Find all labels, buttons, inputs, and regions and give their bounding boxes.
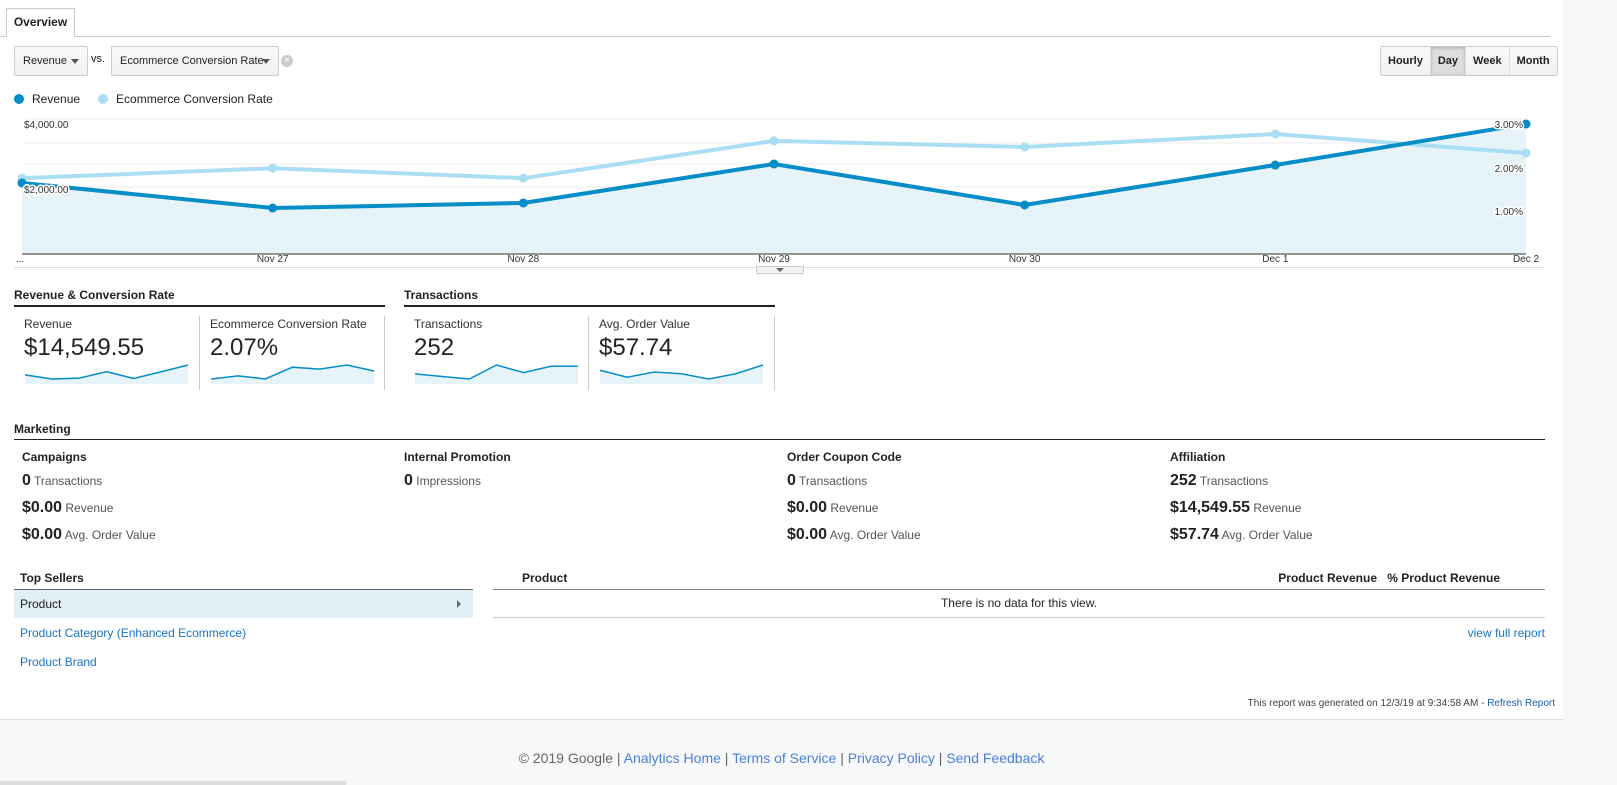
copyright: © 2019 Google [518,750,613,766]
metric-label: Transactions [34,474,103,488]
revenue-point[interactable] [1270,160,1280,170]
metric-value: 0 [787,472,796,489]
col-percent-product-revenue[interactable]: % Product Revenue [1387,571,1500,585]
right-tick-label: 1.00% [1495,207,1523,218]
metric-label: Impressions [416,474,481,488]
left-tick-label: $2,000.00 [24,185,69,196]
scorecard-conversion-rate[interactable]: Ecommerce Conversion Rate 2.07% [200,316,385,390]
scorecard-transactions[interactable]: Transactions 252 [404,316,589,390]
product-table-header: Product Product Revenue % Product Revenu… [493,571,1545,590]
scorecard-value: 2.07% [210,334,279,361]
chevron-right-icon [457,600,461,608]
metric-value: $0.00 [787,499,828,516]
column-title: Campaigns [22,450,87,464]
tab-overview[interactable]: Overview [6,8,75,37]
scorecard-value: $57.74 [599,334,673,361]
x-tick-label: Nov 29 [758,254,790,265]
view-full-report-link[interactable]: view full report [1468,626,1545,640]
x-tick-label: Dec 1 [1262,254,1289,265]
metric-label: Revenue [830,501,879,515]
privacy-link[interactable]: Privacy Policy [848,750,935,766]
metric-label: Transactions [1199,474,1269,488]
revenue-point[interactable] [1020,200,1030,210]
metric-label: Revenue [65,501,114,515]
scorecard-revenue[interactable]: Revenue $14,549.55 [14,316,200,390]
scorecard-value: $14,549.55 [24,334,145,361]
x-tick-label: Nov 27 [257,254,289,265]
report-generated-info: This report was generated on 12/3/19 at … [1248,698,1555,709]
section-revenue-conversion: Revenue & Conversion Rate [14,288,385,307]
conversion-point[interactable] [769,136,779,146]
right-tick-label: 2.00% [1495,164,1523,175]
horizontal-scrollbar[interactable] [0,781,346,785]
column-title: Internal Promotion [404,450,511,464]
revenue-point[interactable] [268,203,278,213]
metric-value: $0.00 [22,526,63,543]
conversion-point[interactable] [1020,142,1030,152]
revenue-point[interactable] [518,198,528,208]
x-tick-label: Nov 28 [507,254,539,265]
conversion-point[interactable] [1270,129,1280,139]
generated-text: This report was generated on 12/3/19 at … [1247,698,1488,709]
sparkline-area [415,365,578,384]
col-product[interactable]: Product [522,571,567,585]
top-sellers-product-brand[interactable]: Product Brand [20,655,97,669]
refresh-report-link[interactable]: Refresh Report [1487,698,1555,709]
top-sellers-header: Top Sellers [14,571,473,590]
col-product-revenue[interactable]: Product Revenue [1278,571,1377,585]
x-tick-label: Dec 2 [1513,254,1540,265]
conversion-point[interactable] [268,163,278,173]
overview-chart: $4,000.00 $2,000.00 3.00% 2.00% 1.00%... Nov … [16,118,1540,265]
metric-label: Avg. Order Value [64,528,156,542]
sparkline-area [25,365,188,384]
top-sellers-product[interactable]: Product [14,590,473,618]
metric-label: Revenue [1253,501,1302,515]
item-label: Product [20,597,62,611]
scorecard-label: Avg. Order Value [599,317,690,331]
analytics-home-link[interactable]: Analytics Home [624,750,721,766]
sparkline [24,364,189,384]
send-feedback-link[interactable]: Send Feedback [946,750,1044,766]
metric-label: Transactions [799,474,868,488]
marketing-campaigns: Campaigns 0 Transactions $0.00 Revenue $… [22,450,156,553]
sparkline [210,364,375,384]
right-tick-label: 3.00% [1495,120,1523,131]
metric-value: $0.00 [787,526,828,543]
conversion-point[interactable] [518,173,528,183]
sparkline [414,364,578,384]
report-panel: Overview Revenue vs. Ecommerce Conversio… [0,0,1563,720]
section-transactions: Transactions [404,288,775,307]
marketing-internal-promotion: Internal Promotion 0 Impressions [404,450,511,499]
metric-value: $57.74 [1170,526,1219,543]
scorecard-avg-order-value[interactable]: Avg. Order Value $57.74 [589,316,775,390]
scorecard-label: Transactions [414,317,483,331]
metric-value: 0 [404,472,413,489]
scorecard-value: 252 [414,334,455,361]
revenue-point[interactable] [769,159,779,169]
column-title: Order Coupon Code [787,450,902,464]
terms-link[interactable]: Terms of Service [732,750,836,766]
metric-value: $14,549.55 [1170,499,1251,516]
metric-value: 252 [1170,472,1197,489]
conversion-point[interactable] [1521,148,1531,158]
metric-label: Avg. Order Value [829,528,921,542]
top-sellers-product-category[interactable]: Product Category (Enhanced Ecommerce) [20,626,246,640]
section-marketing: Marketing [14,422,1545,440]
sparkline [599,364,764,384]
scorecard-label: Revenue [24,317,73,331]
column-title: Affiliation [1170,450,1226,464]
footer: © 2019 Google | Analytics Home | Terms o… [518,750,1045,766]
chevron-down-icon [776,268,784,272]
metric-label: Avg. Order Value [1221,528,1313,542]
marketing-order-coupon-code: Order Coupon Code 0 Transactions $0.00 R… [787,450,921,553]
metric-value: $0.00 [22,499,63,516]
x-tick-label: Nov 30 [1009,254,1041,265]
left-tick-label: $4,000.00 [24,120,69,131]
chart-collapse-handle[interactable] [756,266,804,274]
x-tick-label: ... [16,254,24,265]
scorecard-label: Ecommerce Conversion Rate [210,317,367,331]
empty-table-message: There is no data for this view. [493,590,1545,618]
metric-value: 0 [22,472,31,489]
marketing-affiliation: Affiliation 252 Transactions $14,549.55 … [1170,450,1313,553]
